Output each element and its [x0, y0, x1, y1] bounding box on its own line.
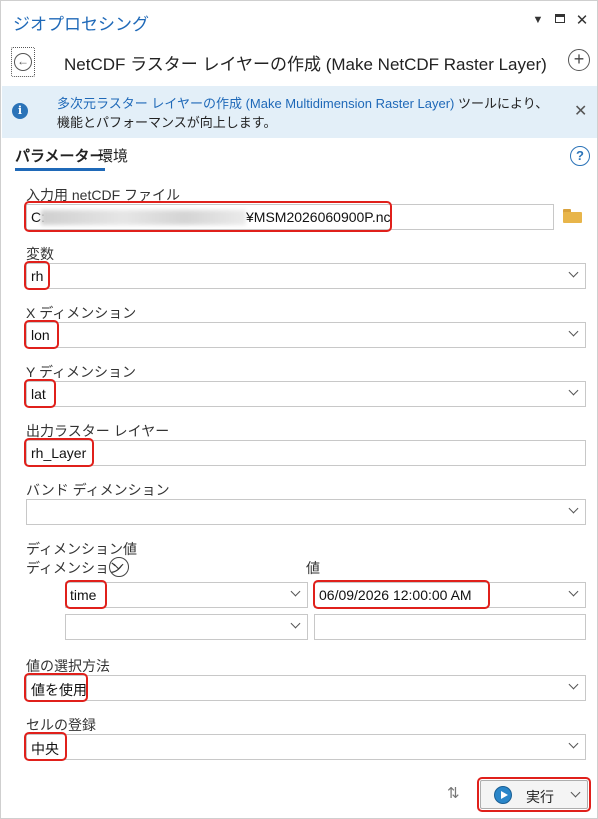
dismiss-icon[interactable]: ✕ [574, 101, 587, 121]
cell-registration-select[interactable]: 中央 [26, 734, 586, 760]
chevron-down-icon [291, 619, 301, 629]
title-bar: ジオプロセシング ▼ ✕ [1, 1, 597, 41]
maximize-icon[interactable] [552, 11, 568, 26]
band-dimension-select[interactable] [26, 499, 586, 525]
swap-arrows-icon[interactable]: ⇅ [447, 784, 467, 804]
help-icon[interactable]: ? [570, 146, 590, 166]
back-button[interactable]: ← [11, 47, 35, 77]
chevron-down-icon [569, 680, 579, 690]
info-text-line1: ツールにより、 [454, 96, 549, 111]
browse-folder-icon[interactable] [563, 209, 583, 223]
back-arrow-icon: ← [14, 53, 32, 71]
highlight-output-layer [24, 438, 94, 467]
highlight-selection-method [24, 673, 88, 702]
add-icon[interactable]: + [568, 49, 590, 71]
geoprocessing-pane: ジオプロセシング ▼ ✕ ← NetCDF ラスター レイヤーの作成 (Make… [0, 0, 598, 819]
chevron-down-icon [291, 587, 301, 597]
highlight-y-dimension [24, 379, 56, 408]
chevron-down-icon [569, 386, 579, 396]
info-icon: i [12, 103, 28, 119]
value-row2-input[interactable] [314, 614, 586, 640]
tab-environments[interactable]: 環境 [98, 145, 128, 166]
info-text: 多次元ラスター レイヤーの作成 (Make Multidimension Ras… [57, 94, 557, 132]
highlight-dimension-time [65, 580, 107, 609]
band-dimension-label: バンド ディメンション [26, 482, 170, 498]
info-link[interactable]: 多次元ラスター レイヤーの作成 (Make Multidimension Ras… [57, 96, 454, 111]
highlight-time-value [313, 580, 490, 609]
tool-title: NetCDF ラスター レイヤーの作成 (Make NetCDF Raster … [64, 55, 547, 74]
selection-method-select[interactable]: 値を使用 [26, 675, 586, 701]
info-text-line2: 機能とパフォーマンスが向上します。 [57, 115, 277, 130]
pane-title: ジオプロセシング [13, 15, 149, 34]
x-dimension-select[interactable]: lon [26, 322, 586, 348]
highlight-input-file [24, 201, 392, 232]
output-layer-input[interactable]: rh_Layer [26, 440, 586, 466]
value-column-label: 値 [306, 560, 320, 576]
highlight-variable [24, 261, 50, 290]
highlight-x-dimension [24, 320, 59, 349]
dimension-values-label: ディメンション値 [26, 541, 138, 557]
info-banner: i 多次元ラスター レイヤーの作成 (Make Multidimension R… [2, 86, 597, 138]
chevron-down-icon [569, 587, 579, 597]
highlight-run-button [477, 777, 591, 812]
variable-select[interactable]: rh [26, 263, 586, 289]
y-dimension-select[interactable]: lat [26, 381, 586, 407]
chevron-down-icon [569, 327, 579, 337]
tool-header: ← NetCDF ラスター レイヤーの作成 (Make NetCDF Raste… [1, 41, 597, 81]
chevron-down-icon [569, 739, 579, 749]
chevron-down-icon [569, 504, 579, 514]
tab-parameters[interactable]: パラメーター [15, 145, 105, 171]
close-icon[interactable]: ✕ [574, 11, 590, 29]
highlight-cell-registration [24, 732, 67, 761]
pane-menu-icon[interactable]: ▼ [530, 14, 546, 26]
expand-chevron-icon[interactable] [109, 557, 129, 577]
chevron-down-icon [569, 268, 579, 278]
dimension-row2-select[interactable] [65, 614, 308, 640]
tab-bar: パラメーター 環境 ? [1, 144, 597, 172]
